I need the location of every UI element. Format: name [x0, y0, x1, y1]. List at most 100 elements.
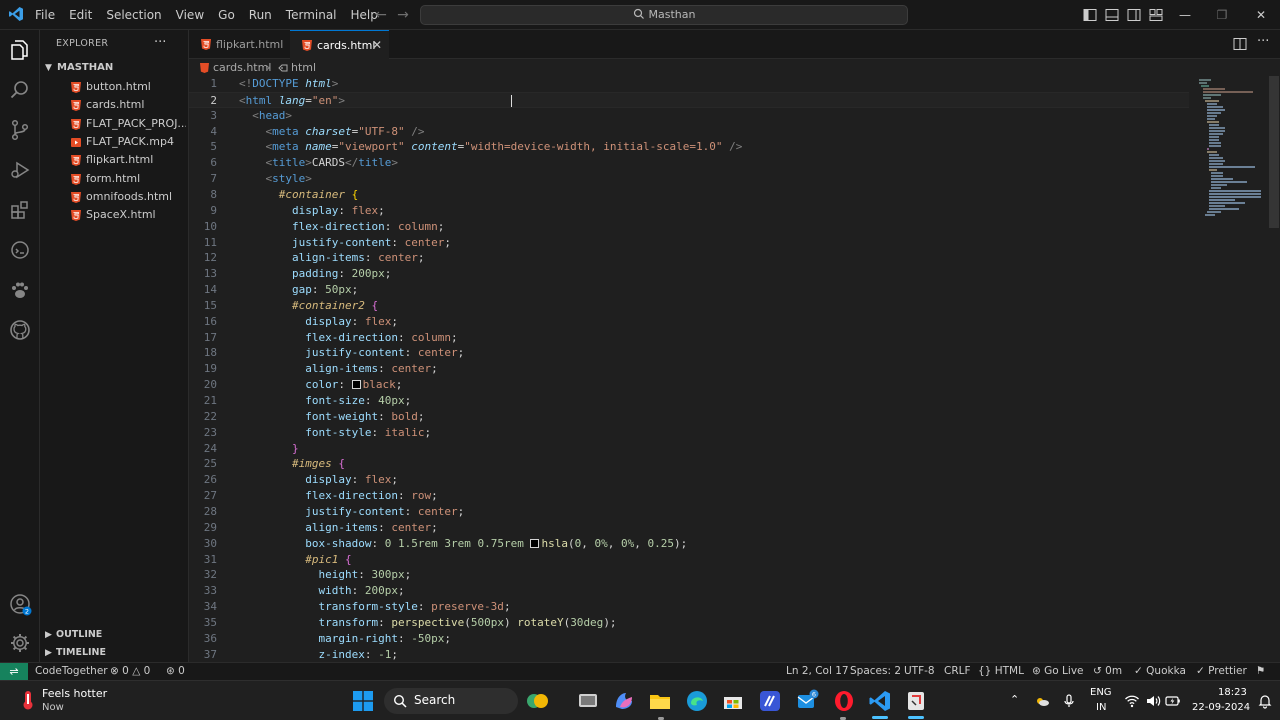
file-item[interactable]: cards.html — [40, 96, 189, 114]
minimap[interactable] — [1195, 76, 1267, 226]
vscode-taskbar-icon[interactable] — [868, 689, 892, 713]
breadcrumb-element[interactable]: html — [291, 60, 316, 76]
more-actions-button[interactable]: ··· — [1257, 34, 1269, 49]
code-line: 14 gap: 50px; — [189, 282, 1189, 298]
visual-studio-app-icon[interactable] — [758, 689, 782, 713]
chevron-up-icon[interactable]: ⌃ — [1010, 693, 1019, 706]
search-icon[interactable] — [8, 78, 32, 102]
outline-section[interactable]: ▶ OUTLINE — [40, 626, 189, 644]
tab-flipkart[interactable]: flipkart.html — [189, 30, 290, 59]
code-editor[interactable]: 1 <!DOCTYPE html> 2 <html lang="en"> 3 <head… — [189, 76, 1280, 662]
indentation-item[interactable]: Spaces: 2 — [850, 663, 901, 680]
extensions-icon[interactable] — [8, 198, 32, 222]
code-token: <! — [239, 77, 253, 90]
taskbar-search[interactable]: Search — [384, 688, 518, 714]
paw-extension-icon[interactable] — [8, 278, 32, 302]
code-token: { — [344, 552, 352, 566]
breadcrumb-file[interactable]: cards.html — [213, 60, 271, 76]
file-item[interactable]: FLAT_PACK.mp4 — [40, 133, 189, 151]
file-item[interactable]: FLAT_PACK_PROJ... — [40, 115, 189, 133]
toggle-primary-sidebar-icon[interactable] — [1082, 7, 1098, 23]
forward-arrow-icon[interactable]: → — [395, 7, 411, 23]
code-token: italic — [384, 425, 425, 439]
copilot-icon[interactable] — [612, 689, 636, 713]
language-mode-item[interactable]: {} HTML — [978, 663, 1024, 680]
close-tab-icon[interactable]: ✕ — [372, 31, 382, 60]
file-explorer-icon[interactable] — [648, 689, 672, 713]
run-debug-icon[interactable] — [8, 158, 32, 182]
go-live-item[interactable]: ⊛ Go Live — [1032, 663, 1084, 680]
eol-item[interactable]: CRLF — [944, 663, 971, 680]
edge-browser-icon[interactable] — [685, 689, 709, 713]
folder-root[interactable]: ▼ MASTHAN — [40, 58, 189, 78]
menu-terminal[interactable]: Terminal — [279, 0, 344, 30]
cursor-position-item[interactable]: Ln 2, Col 17 — [786, 663, 849, 680]
file-item[interactable]: button.html — [40, 78, 189, 96]
back-arrow-icon[interactable]: ← — [373, 7, 389, 23]
toggle-secondary-sidebar-icon[interactable] — [1126, 7, 1142, 23]
account-icon[interactable]: 2 — [8, 592, 32, 616]
opera-browser-icon[interactable] — [832, 689, 856, 713]
widgets-icon[interactable] — [525, 689, 549, 713]
file-item[interactable]: omnifoods.html — [40, 188, 189, 206]
html-file-icon — [71, 100, 81, 112]
thermometer-icon[interactable] — [18, 689, 38, 711]
encoding-item[interactable]: UTF-8 — [904, 663, 935, 680]
toggle-panel-icon[interactable] — [1104, 7, 1120, 23]
volume-icon[interactable] — [1145, 693, 1161, 709]
source-control-icon[interactable] — [8, 118, 32, 142]
code-text: font-size: 40px; — [239, 393, 411, 409]
wifi-icon[interactable] — [1124, 693, 1140, 709]
mail-app-icon[interactable]: 6 — [795, 689, 819, 713]
sidebar-more-actions[interactable]: ··· — [154, 35, 166, 50]
snipping-tool-icon[interactable] — [904, 689, 928, 713]
task-view-icon[interactable] — [576, 689, 600, 713]
remote-explorer-icon[interactable] — [8, 238, 32, 262]
clock-date[interactable]: 22-09-2024 — [1192, 702, 1250, 713]
command-center-search[interactable]: Masthan — [420, 5, 908, 25]
timeline-section[interactable]: ▶ TIMELINE — [40, 644, 189, 662]
menu-edit[interactable]: Edit — [62, 0, 99, 30]
close-window-button[interactable]: ✕ — [1249, 5, 1273, 25]
quokka-item[interactable]: ✓ Quokka — [1134, 663, 1186, 680]
file-item[interactable]: form.html — [40, 170, 189, 188]
settings-gear-icon[interactable] — [8, 631, 32, 655]
codetogether-item[interactable]: CodeTogether — [35, 663, 108, 680]
prettier-item[interactable]: ✓ Prettier — [1196, 663, 1247, 680]
color-swatch[interactable] — [351, 380, 361, 390]
code-token: , — [607, 536, 621, 550]
windows-start-icon[interactable] — [353, 691, 373, 711]
timer-item[interactable]: ↺ 0m — [1093, 663, 1122, 680]
menu-selection[interactable]: Selection — [99, 0, 168, 30]
explorer-icon[interactable] — [8, 38, 32, 62]
customize-layout-icon[interactable] — [1148, 7, 1164, 23]
remote-indicator-button[interactable]: ⇌ — [0, 663, 28, 681]
color-swatch[interactable] — [530, 538, 540, 548]
editor-scrollbar-thumb[interactable] — [1269, 76, 1279, 228]
weather-title[interactable]: Feels hotter — [42, 687, 107, 700]
code-token: < — [252, 108, 259, 122]
restore-button[interactable]: ❐ — [1210, 5, 1234, 25]
ports-item[interactable]: ⊛ 0 — [166, 663, 185, 680]
microphone-icon[interactable] — [1061, 693, 1077, 709]
input-language[interactable]: ENG — [1090, 687, 1112, 698]
code-token: % — [601, 536, 608, 550]
split-editor-icon[interactable] — [1233, 37, 1247, 51]
file-item[interactable]: flipkart.html — [40, 151, 189, 169]
github-icon[interactable] — [8, 318, 32, 342]
menu-view[interactable]: View — [169, 0, 211, 30]
microsoft-store-icon[interactable] — [721, 689, 745, 713]
tab-cards[interactable]: cards.html ✕ — [290, 30, 389, 59]
notifications-bell-icon[interactable]: ⚑ — [1256, 663, 1265, 680]
menu-file[interactable]: File — [28, 0, 62, 30]
minimize-button[interactable]: — — [1173, 5, 1197, 25]
file-item[interactable]: SpaceX.html — [40, 206, 189, 224]
notification-bell-icon[interactable] — [1257, 693, 1273, 709]
battery-icon[interactable] — [1165, 693, 1181, 709]
code-token: 1.5 — [397, 536, 418, 550]
problems-item[interactable]: ⊗ 0 △ 0 — [110, 663, 150, 680]
onedrive-weather-tray-icon[interactable] — [1034, 693, 1050, 709]
clock-time[interactable]: 18:23 — [1218, 687, 1247, 698]
menu-run[interactable]: Run — [242, 0, 279, 30]
menu-go[interactable]: Go — [211, 0, 242, 30]
